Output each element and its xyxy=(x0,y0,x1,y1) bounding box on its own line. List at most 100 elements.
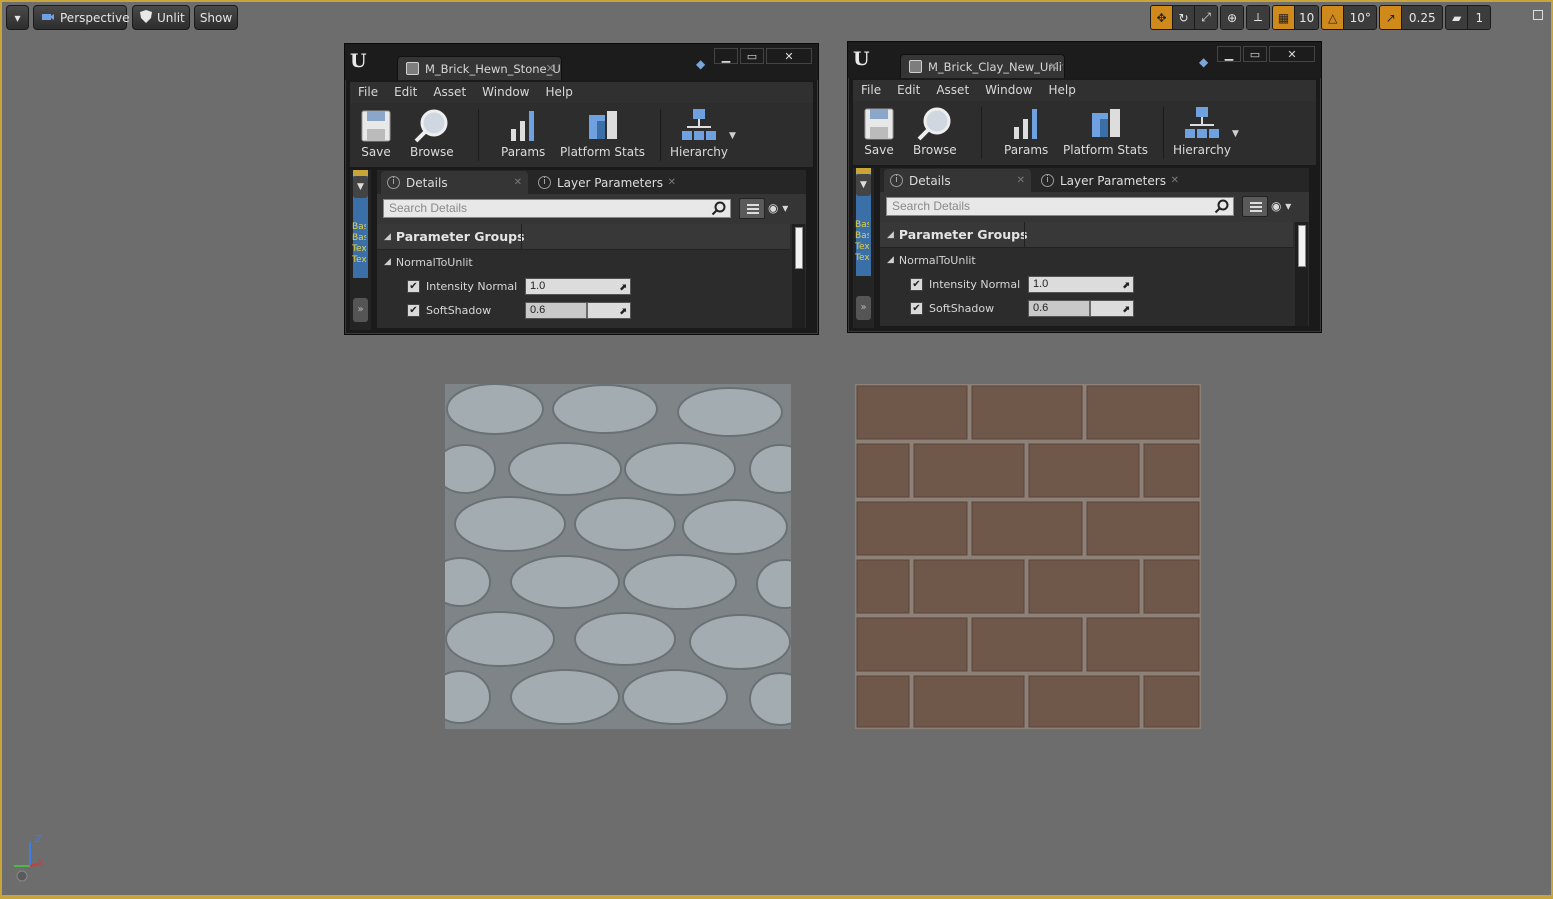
save-button[interactable]: Save xyxy=(859,105,899,157)
group-row[interactable]: ◢ NormalToUnlit xyxy=(377,250,790,274)
parameter-table: ◢ Parameter Groups ◢ NormalToUnlit ✔ Int… xyxy=(377,224,806,328)
menu-edit[interactable]: Edit xyxy=(386,82,425,103)
reset-arrow-icon[interactable]: ⬈ xyxy=(1122,278,1130,293)
platform-stats-label: Platform Stats xyxy=(560,145,646,159)
params-button[interactable]: Params xyxy=(1004,105,1048,157)
menu-asset[interactable]: Asset xyxy=(425,82,474,103)
minimize-button[interactable]: ▁ xyxy=(714,48,738,64)
eye-icon[interactable]: ◉ ▾ xyxy=(1271,199,1291,213)
hierarchy-button[interactable]: Hierarchy xyxy=(1173,105,1231,157)
menu-edit[interactable]: Edit xyxy=(889,80,928,101)
grid-snap-value[interactable]: 10 xyxy=(1295,6,1319,29)
material-editor-window-2[interactable]: U M_Brick_Clay_New_Unlit_I ✕ ◆ ▁ ▭ ✕ Fil… xyxy=(847,41,1322,333)
document-tab[interactable]: M_Brick_Hewn_Stone_Un ✕ xyxy=(397,56,562,80)
menu-help[interactable]: Help xyxy=(1040,80,1083,101)
close-tab-icon[interactable]: ✕ xyxy=(1017,175,1025,186)
rotation-snap-icon[interactable]: △ xyxy=(1322,6,1345,29)
platform-stats-button[interactable]: Platform Stats xyxy=(560,107,645,159)
camera-speed-icon[interactable]: ▰ xyxy=(1446,6,1469,29)
scrollbar[interactable] xyxy=(1295,222,1308,326)
surface-snap-icon[interactable]: ⟂ xyxy=(1247,6,1269,29)
close-tab-icon[interactable]: ✕ xyxy=(668,177,676,188)
close-tab-icon[interactable]: ✕ xyxy=(1049,60,1058,73)
search-input[interactable]: Search Details xyxy=(886,197,1234,216)
browse-button[interactable]: Browse xyxy=(913,105,957,157)
param-row-intensity-normal: ✔ Intensity Normal 1.0 ⬈ xyxy=(377,274,790,298)
close-button[interactable]: ✕ xyxy=(1269,46,1315,62)
close-button[interactable]: ✕ xyxy=(766,48,812,64)
tab-layer-parameters[interactable]: i Layer Parameters ✕ xyxy=(532,171,682,194)
close-tab-icon[interactable]: ✕ xyxy=(546,62,555,75)
hierarchy-dropdown-icon[interactable]: ▼ xyxy=(1232,129,1239,139)
show-button[interactable]: Show xyxy=(194,5,238,30)
tab-details[interactable]: i Details ✕ xyxy=(381,171,528,194)
rotation-snap-value[interactable]: 10° xyxy=(1344,6,1377,29)
view-options-grid-button[interactable] xyxy=(1242,196,1268,217)
scrollbar[interactable] xyxy=(792,224,805,328)
document-tab[interactable]: M_Brick_Clay_New_Unlit_I ✕ xyxy=(900,54,1065,78)
view-options-grid-button[interactable] xyxy=(739,198,765,219)
param-checkbox[interactable]: ✔ xyxy=(910,277,923,291)
param-checkbox[interactable]: ✔ xyxy=(910,301,923,315)
pin-icon[interactable]: ◆ xyxy=(1199,55,1213,69)
chevron-down-icon[interactable]: ▼ xyxy=(353,176,368,198)
rotate-icon[interactable]: ↻ xyxy=(1173,6,1195,29)
scroll-thumb[interactable] xyxy=(1298,225,1306,267)
param-checkbox[interactable]: ✔ xyxy=(407,279,420,293)
translate-icon[interactable]: ✥ xyxy=(1151,6,1173,29)
viewport-options-button[interactable]: ▾ xyxy=(6,5,29,30)
perspective-button[interactable]: Perspective xyxy=(33,5,130,30)
param-value-field[interactable]: 0.6 ⬈ xyxy=(525,301,631,319)
save-button[interactable]: Save xyxy=(356,107,396,159)
camera-speed-value[interactable]: 1 xyxy=(1468,6,1491,29)
menu-window[interactable]: Window xyxy=(977,80,1040,101)
parameter-groups-header[interactable]: ◢ Parameter Groups xyxy=(880,222,1293,248)
param-value-field[interactable]: 1.0 ⬈ xyxy=(1028,275,1134,293)
hierarchy-dropdown-icon[interactable]: ▼ xyxy=(729,131,736,141)
expand-sidebar-button[interactable]: » xyxy=(353,298,368,322)
tab-details[interactable]: i Details ✕ xyxy=(884,169,1031,192)
reset-arrow-icon[interactable]: ⬈ xyxy=(1122,302,1130,317)
chevron-down-icon[interactable]: ▼ xyxy=(856,174,871,196)
grid-snap-icon[interactable]: ▦ xyxy=(1273,6,1295,29)
close-tab-icon[interactable]: ✕ xyxy=(514,177,522,188)
browse-button[interactable]: Browse xyxy=(410,107,454,159)
expand-sidebar-button[interactable]: » xyxy=(856,296,871,320)
reset-arrow-icon[interactable]: ⬈ xyxy=(619,304,627,319)
close-tab-icon[interactable]: ✕ xyxy=(1171,175,1179,186)
scale-snap-icon[interactable]: ↗ xyxy=(1380,6,1403,29)
window-titlebar[interactable]: U M_Brick_Hewn_Stone_Un ✕ ◆ ▁ ▭ ✕ xyxy=(345,44,818,80)
world-space-icon[interactable]: ⊕ xyxy=(1221,6,1243,29)
reset-arrow-icon[interactable]: ⬈ xyxy=(619,280,627,295)
maximize-viewport-icon[interactable] xyxy=(1533,10,1543,20)
scale-snap-value[interactable]: 0.25 xyxy=(1402,6,1443,29)
params-button[interactable]: Params xyxy=(501,107,545,159)
scroll-thumb[interactable] xyxy=(795,227,803,269)
param-value-field[interactable]: 0.6 ⬈ xyxy=(1028,299,1134,317)
param-value-field[interactable]: 1.0 ⬈ xyxy=(525,277,631,295)
param-checkbox[interactable]: ✔ xyxy=(407,303,420,317)
group-label: NormalToUnlit xyxy=(898,253,976,267)
scale-icon[interactable]: ⤢ xyxy=(1195,6,1217,29)
menu-window[interactable]: Window xyxy=(474,82,537,103)
palette-sidebar: ▼ Bas Bas Tex Tex » xyxy=(350,170,371,330)
params-label: Params xyxy=(501,145,546,159)
material-editor-window-1[interactable]: U M_Brick_Hewn_Stone_Un ✕ ◆ ▁ ▭ ✕ File E… xyxy=(344,43,819,335)
menu-file[interactable]: File xyxy=(853,80,889,101)
parameter-groups-header[interactable]: ◢ Parameter Groups xyxy=(377,224,790,250)
view-mode-button[interactable]: Unlit xyxy=(132,5,190,30)
window-titlebar[interactable]: U M_Brick_Clay_New_Unlit_I ✕ ◆ ▁ ▭ ✕ xyxy=(848,42,1321,78)
maximize-button[interactable]: ▭ xyxy=(1243,46,1267,62)
platform-stats-button[interactable]: Platform Stats xyxy=(1063,105,1148,157)
pin-icon[interactable]: ◆ xyxy=(696,57,710,71)
menu-help[interactable]: Help xyxy=(537,82,580,103)
menu-file[interactable]: File xyxy=(350,82,386,103)
hierarchy-button[interactable]: Hierarchy xyxy=(670,107,728,159)
maximize-button[interactable]: ▭ xyxy=(740,48,764,64)
search-input[interactable]: Search Details xyxy=(383,199,731,218)
eye-icon[interactable]: ◉ ▾ xyxy=(768,201,788,215)
menu-asset[interactable]: Asset xyxy=(928,80,977,101)
minimize-button[interactable]: ▁ xyxy=(1217,46,1241,62)
group-row[interactable]: ◢ NormalToUnlit xyxy=(880,248,1293,272)
tab-layer-parameters[interactable]: i Layer Parameters ✕ xyxy=(1035,169,1185,192)
